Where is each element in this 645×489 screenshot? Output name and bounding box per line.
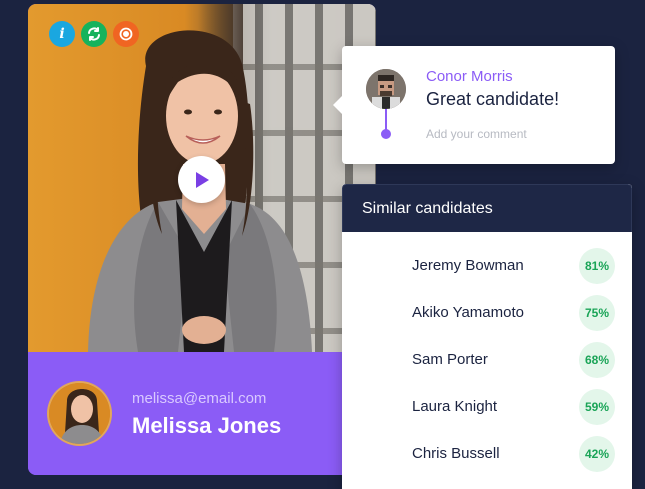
video-frame[interactable]: i bbox=[28, 4, 376, 352]
match-score-badge: 68% bbox=[579, 341, 615, 378]
candidate-avatar bbox=[47, 381, 112, 446]
similar-candidates-title: Similar candidates bbox=[342, 184, 632, 232]
status-icons: i bbox=[49, 21, 139, 47]
candidate-row-name: Chris Bussell bbox=[412, 445, 500, 462]
candidate-list: Jeremy Bowman 81% Akiko Yamamoto 75% Sam… bbox=[342, 232, 632, 477]
candidate-row[interactable]: Jeremy Bowman 81% bbox=[342, 242, 632, 289]
comment-card: Conor Morris Great candidate! bbox=[333, 46, 615, 164]
similar-candidates-panel: Similar candidates Jeremy Bowman 81% Aki… bbox=[342, 184, 632, 489]
play-icon bbox=[195, 171, 209, 188]
candidate-row[interactable]: Chris Bussell 42% bbox=[342, 430, 632, 477]
match-score-badge: 75% bbox=[579, 294, 615, 331]
candidate-row[interactable]: Sam Porter 68% bbox=[342, 336, 632, 383]
candidate-row[interactable]: Laura Knight 59% bbox=[342, 383, 632, 430]
candidate-row-name: Laura Knight bbox=[412, 398, 498, 415]
candidate-row-name: Akiko Yamamoto bbox=[412, 304, 524, 321]
candidate-video-card: i melissa@email.com Melissa Jones bbox=[28, 4, 376, 475]
sync-icon[interactable] bbox=[81, 21, 107, 47]
play-button[interactable] bbox=[178, 156, 225, 203]
comment-text: Great candidate! bbox=[426, 89, 560, 109]
comment-input[interactable] bbox=[426, 125, 596, 143]
comment-timeline-dot bbox=[381, 129, 391, 139]
candidate-row-name: Sam Porter bbox=[412, 351, 488, 368]
info-icon[interactable]: i bbox=[49, 21, 75, 47]
candidate-name: Melissa Jones bbox=[132, 413, 282, 438]
match-score-badge: 42% bbox=[579, 435, 615, 472]
match-score-badge: 59% bbox=[579, 388, 615, 425]
record-icon[interactable] bbox=[113, 21, 139, 47]
match-score-badge: 81% bbox=[579, 247, 615, 284]
candidate-row-name: Jeremy Bowman bbox=[412, 257, 524, 274]
candidate-profile-strip: melissa@email.com Melissa Jones bbox=[28, 352, 376, 475]
candidate-email: melissa@email.com bbox=[132, 390, 267, 407]
candidate-row[interactable]: Akiko Yamamoto 75% bbox=[342, 289, 632, 336]
commenter-avatar bbox=[366, 69, 406, 109]
commenter-name: Conor Morris bbox=[426, 68, 513, 85]
